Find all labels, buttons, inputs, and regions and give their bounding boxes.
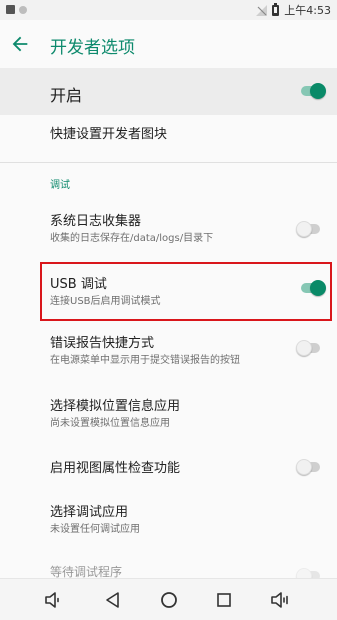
- back-triangle-icon[interactable]: [101, 588, 125, 612]
- bug-report-shortcut-summary: 在电源菜单中显示用于提交错误报告的按钮: [50, 355, 240, 366]
- bug-report-shortcut-toggle[interactable]: [296, 338, 322, 358]
- section-header-debug: 调试: [50, 180, 70, 191]
- wait-debugger-item[interactable]: 等待调试程序: [0, 558, 337, 584]
- status-time: 上午4:53: [284, 4, 331, 17]
- bug-report-shortcut-title: 错误报告快捷方式: [50, 336, 155, 351]
- page-title: 开发者选项: [50, 38, 135, 58]
- navigation-bar: [0, 578, 337, 620]
- battery-icon: [272, 2, 280, 16]
- status-notifications: [6, 5, 27, 14]
- master-toggle[interactable]: [299, 81, 326, 101]
- quick-settings-tile-title: 快捷设置开发者图块: [50, 127, 168, 142]
- bug-report-logger-title: 系统日志收集器: [50, 214, 142, 229]
- signal-icon: [256, 4, 268, 16]
- mock-location-summary: 尚未设置模拟位置信息应用: [50, 418, 170, 429]
- usb-debugging-title: USB 调试: [50, 277, 107, 292]
- section-divider: [0, 162, 337, 163]
- view-attribute-inspection-title: 启用视图属性检查功能: [50, 461, 181, 476]
- debug-app-summary: 未设置任何调试应用: [50, 524, 140, 535]
- quick-settings-tile-item[interactable]: 快捷设置开发者图块: [0, 115, 337, 161]
- debug-app-item[interactable]: 选择调试应用 未设置任何调试应用: [0, 496, 337, 542]
- recents-square-icon[interactable]: [212, 588, 236, 612]
- bug-report-logger-toggle[interactable]: [296, 219, 322, 239]
- debug-app-title: 选择调试应用: [50, 505, 129, 520]
- home-circle-icon[interactable]: [157, 588, 181, 612]
- view-attribute-inspection-item[interactable]: 启用视图属性检查功能: [0, 446, 337, 486]
- back-arrow-icon[interactable]: [9, 33, 31, 55]
- bug-report-logger-item[interactable]: 系统日志收集器 收集的日志保存在/data/logs/目录下: [0, 205, 337, 255]
- speaker-low-icon[interactable]: [41, 588, 65, 612]
- app-bar: 开发者选项: [0, 20, 337, 68]
- bug-report-logger-summary: 收集的日志保存在/data/logs/目录下: [50, 233, 214, 244]
- usb-debugging-toggle[interactable]: [299, 278, 326, 298]
- master-switch-bar[interactable]: 开启: [0, 68, 337, 115]
- bug-report-shortcut-item[interactable]: 错误报告快捷方式 在电源菜单中显示用于提交错误报告的按钮: [0, 327, 337, 377]
- view-attribute-inspection-toggle[interactable]: [296, 457, 322, 477]
- notification-dot-icon: [19, 5, 27, 14]
- master-switch-label: 开启: [50, 86, 83, 105]
- usb-debugging-item[interactable]: USB 调试 连接USB后启用调试模式: [0, 268, 337, 316]
- mock-location-item[interactable]: 选择模拟位置信息应用 尚未设置模拟位置信息应用: [0, 390, 337, 436]
- mock-location-title: 选择模拟位置信息应用: [50, 399, 181, 414]
- usb-debugging-summary: 连接USB后启用调试模式: [50, 296, 161, 307]
- notification-icon: [6, 5, 15, 14]
- speaker-high-icon[interactable]: [268, 588, 292, 612]
- status-bar: 上午4:53: [0, 0, 337, 20]
